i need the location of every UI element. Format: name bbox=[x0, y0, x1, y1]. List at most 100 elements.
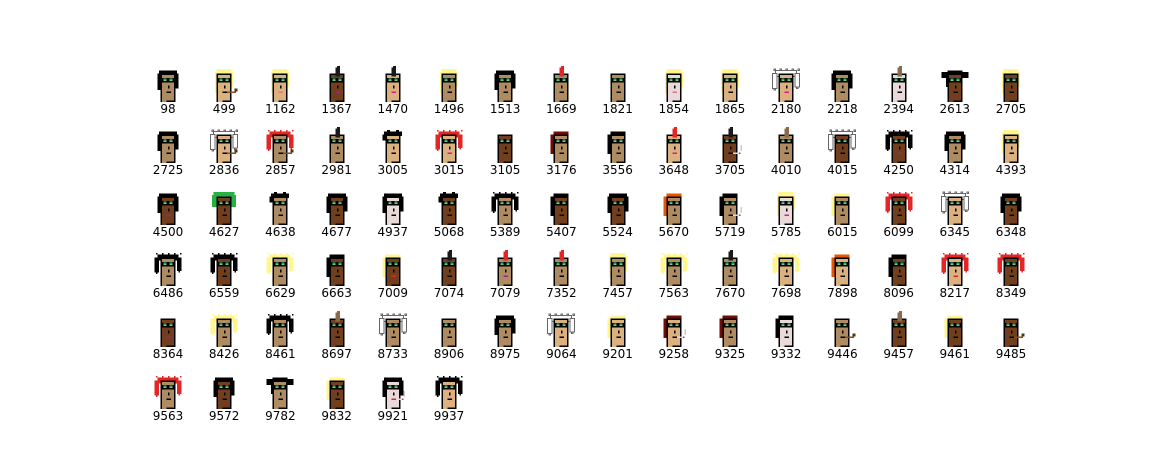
punk-avatar bbox=[497, 134, 513, 164]
mouth bbox=[391, 152, 396, 155]
punk-id-label: 7074 bbox=[433, 285, 465, 300]
neck bbox=[274, 278, 279, 286]
punk-card: 4677 bbox=[309, 187, 365, 245]
mouth bbox=[503, 152, 509, 155]
punk-avatar bbox=[607, 193, 629, 225]
neck bbox=[555, 155, 560, 164]
punk-id-label: 1854 bbox=[658, 102, 690, 116]
punk-id-label: 7009 bbox=[377, 285, 409, 300]
nose bbox=[280, 392, 282, 395]
neck bbox=[162, 401, 167, 409]
nose bbox=[617, 85, 620, 89]
punk-id-label: 2725 bbox=[152, 163, 184, 178]
mouth bbox=[728, 91, 733, 93]
punk-avatar bbox=[157, 193, 179, 225]
mouth bbox=[503, 275, 509, 277]
punk-id-label: 5670 bbox=[658, 224, 690, 239]
neck bbox=[1005, 217, 1010, 225]
neck bbox=[780, 339, 785, 348]
punk-id-label: 2981 bbox=[321, 163, 352, 178]
punk-card: 6663 bbox=[309, 248, 365, 306]
punk-card: 4393 bbox=[983, 125, 1039, 183]
punk-id-label: 5785 bbox=[770, 224, 802, 239]
punk-avatar bbox=[210, 252, 238, 286]
neck bbox=[892, 339, 898, 348]
nose bbox=[842, 146, 844, 150]
punk-id-label: 4500 bbox=[152, 224, 184, 239]
punk-avatar bbox=[608, 252, 627, 286]
punk-id-label: 6348 bbox=[995, 224, 1027, 239]
mouth bbox=[447, 214, 452, 216]
punk-avatar bbox=[157, 70, 179, 102]
nose bbox=[505, 208, 507, 212]
punk-card: 6345 bbox=[927, 187, 983, 245]
nose bbox=[561, 85, 563, 89]
mouth bbox=[222, 152, 228, 155]
nose bbox=[730, 146, 732, 150]
neck bbox=[667, 217, 673, 225]
punk-card: 9563 bbox=[140, 371, 196, 429]
neck bbox=[892, 278, 898, 286]
nose bbox=[392, 208, 395, 212]
punk-avatar bbox=[154, 375, 182, 409]
punk-avatar bbox=[778, 127, 794, 164]
neck bbox=[780, 217, 785, 225]
neck bbox=[386, 155, 392, 164]
mouth bbox=[1009, 336, 1014, 339]
nose bbox=[505, 330, 507, 334]
mouth bbox=[616, 214, 621, 216]
neck bbox=[780, 278, 785, 286]
punk-id-label: 9258 bbox=[658, 347, 690, 362]
punk-avatar bbox=[722, 127, 742, 164]
punk-id-label: 9325 bbox=[714, 347, 746, 362]
neck bbox=[780, 155, 785, 164]
punk-card: 7457 bbox=[590, 248, 646, 306]
neck bbox=[499, 339, 504, 348]
punk-avatar bbox=[385, 66, 401, 102]
punk-id-label: 7352 bbox=[546, 285, 577, 300]
neck bbox=[836, 217, 841, 225]
mouth bbox=[278, 275, 284, 277]
mouth bbox=[953, 152, 958, 155]
punk-card: 1367 bbox=[309, 64, 365, 122]
neck bbox=[386, 278, 392, 286]
punk-card: 2613 bbox=[927, 64, 983, 122]
punk-id-label: 9064 bbox=[546, 347, 577, 362]
neck bbox=[555, 278, 560, 286]
punk-card: 3105 bbox=[477, 125, 533, 183]
mouth bbox=[784, 336, 790, 339]
mouth bbox=[166, 214, 171, 216]
nose bbox=[168, 330, 170, 334]
mouth bbox=[728, 275, 733, 277]
punk-avatar bbox=[610, 73, 626, 102]
nose bbox=[449, 392, 451, 395]
mouth bbox=[559, 336, 565, 339]
neck bbox=[948, 94, 954, 102]
punk-avatar bbox=[550, 131, 569, 164]
nose bbox=[673, 146, 676, 150]
punk-id-label: 8349 bbox=[995, 285, 1027, 300]
neck bbox=[274, 94, 279, 102]
punk-avatar bbox=[382, 130, 402, 164]
punk-card: 98 bbox=[140, 64, 196, 122]
neck bbox=[443, 339, 448, 348]
punk-card: 6629 bbox=[252, 248, 308, 306]
punk-card: 9937 bbox=[421, 371, 477, 429]
mouth bbox=[1009, 91, 1014, 93]
punk-avatar bbox=[1002, 130, 1020, 164]
punk-avatar bbox=[666, 127, 682, 164]
neck bbox=[330, 401, 336, 409]
punk-avatar bbox=[438, 191, 458, 225]
punk-avatar bbox=[553, 66, 569, 102]
punk-id-label: 1821 bbox=[602, 102, 633, 116]
nose bbox=[392, 392, 395, 395]
mouth bbox=[784, 152, 790, 155]
punk-id-label: 4937 bbox=[377, 224, 409, 239]
punk-avatar bbox=[831, 254, 850, 286]
neck bbox=[274, 401, 279, 409]
pipe-icon bbox=[1014, 336, 1023, 339]
punk-id-label: 3705 bbox=[714, 163, 746, 178]
neck bbox=[162, 339, 167, 348]
punk-card: 1865 bbox=[702, 64, 758, 122]
punk-id-label: 8733 bbox=[377, 347, 409, 362]
